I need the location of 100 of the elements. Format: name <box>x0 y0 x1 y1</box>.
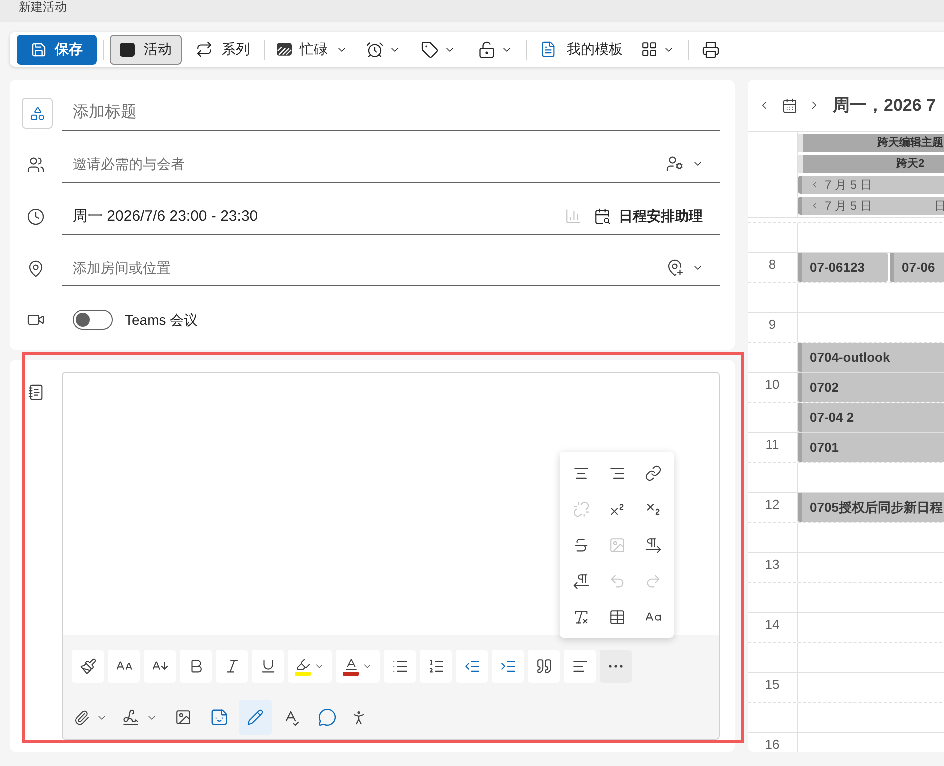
templates-button[interactable]: 我的模板 <box>534 34 629 64</box>
mode-tab[interactable]: 系列 <box>186 34 260 64</box>
all-day-event[interactable]: 7 月 5 日 日 <box>798 197 944 215</box>
calendar-event[interactable]: 0702 <box>798 373 944 402</box>
pin-plus-icon <box>666 259 684 277</box>
event-title: 日 <box>934 198 944 215</box>
letter-a-icon <box>344 657 358 672</box>
signature-icon <box>122 708 140 726</box>
all-day-event[interactable]: 7 月 5 日 <box>798 176 944 194</box>
numbered-list-icon <box>428 658 444 675</box>
show-as-dropdown[interactable]: 忙碌 <box>271 34 354 64</box>
font-color-button[interactable] <box>336 650 380 683</box>
quote-icon <box>536 658 552 675</box>
save-icon <box>31 42 47 58</box>
italic-button[interactable] <box>216 650 248 683</box>
pilcrow-left-icon <box>572 572 590 590</box>
attendee-options-button[interactable] <box>666 155 704 173</box>
image-icon <box>608 536 626 554</box>
pencil-icon <box>247 709 264 726</box>
event-date-label: 7 月 5 日 <box>825 177 872 194</box>
hour-label: 14 <box>765 617 780 634</box>
unlink-icon <box>572 500 590 518</box>
calendar-event[interactable]: 07-06 <box>890 253 944 282</box>
calendar-event[interactable]: 0704-outlook <box>798 343 944 372</box>
hour-label: 8 <box>768 257 776 274</box>
date-time-field[interactable]: 周一 2026/7/6 23:00 - 23:30 <box>73 204 565 228</box>
mode-tab[interactable]: 活动 <box>110 34 182 64</box>
calendar-date-title: 周一，2026 7 <box>833 94 936 117</box>
hour-label: 11 <box>766 437 780 454</box>
highlight-button[interactable] <box>288 650 332 683</box>
bullet-list-icon <box>392 658 408 675</box>
sticker-icon <box>210 708 228 727</box>
busy-status-icon <box>277 43 292 56</box>
location-field[interactable]: 添加房间或位置 <box>73 256 666 280</box>
format-painter-button[interactable] <box>72 650 104 683</box>
apps-grid-icon <box>641 41 658 58</box>
paperclip-icon <box>74 710 90 726</box>
location-options-button[interactable] <box>666 259 704 277</box>
editor-tool-button[interactable] <box>239 700 272 735</box>
font-size-button[interactable] <box>108 650 140 683</box>
save-button[interactable]: 保存 <box>17 34 97 64</box>
all-day-event[interactable]: 跨天编辑主题 <box>798 134 944 152</box>
calendar-event[interactable]: 07-04 2 <box>798 403 944 432</box>
all-day-event[interactable]: 跨天2 <box>798 155 944 173</box>
link-icon <box>644 464 662 482</box>
clear-formatting-icon <box>572 608 590 626</box>
pilcrow-right-icon <box>644 536 662 554</box>
icon-picker-button[interactable] <box>22 98 53 129</box>
speech-bubble-icon <box>318 708 336 727</box>
window-title: 新建活动 <box>19 0 67 14</box>
calendar-event[interactable]: 07-06123 <box>798 253 888 282</box>
table-icon <box>608 608 626 626</box>
outdent-icon <box>464 658 480 675</box>
more-icon <box>609 665 623 668</box>
align-left-icon <box>572 658 588 675</box>
open-lock-icon <box>478 40 496 58</box>
clock-icon <box>27 208 45 226</box>
calendar-search-icon <box>594 208 611 225</box>
numbering-button[interactable] <box>420 650 452 683</box>
teams-toggle[interactable] <box>73 310 113 330</box>
redo-icon <box>644 572 662 590</box>
bullets-button[interactable] <box>384 650 416 683</box>
repeat-icon <box>196 41 213 58</box>
alarm-clock-icon <box>366 40 384 58</box>
tag-icon <box>421 40 439 58</box>
highlighter-icon <box>296 657 310 672</box>
align-button[interactable] <box>564 650 596 683</box>
attendees-field[interactable]: 邀请必需的与会者 <box>73 152 666 176</box>
picture-icon <box>174 709 192 726</box>
quote-button[interactable] <box>528 650 560 683</box>
hour-label: 10 <box>765 377 780 394</box>
chart-icon <box>565 208 582 225</box>
underline-icon <box>260 658 276 675</box>
document-icon <box>540 41 557 58</box>
notes-icon <box>28 384 44 401</box>
people-icon <box>27 156 45 174</box>
paintbrush-icon <box>80 658 96 675</box>
hour-label: 12 <box>765 497 780 514</box>
shrink-font-button[interactable] <box>144 650 176 683</box>
indent-icon <box>500 658 516 675</box>
printer-icon <box>702 40 720 58</box>
hour-label: 13 <box>765 557 780 574</box>
hour-label: 9 <box>768 317 776 334</box>
strikethrough-icon <box>572 536 590 554</box>
bold-button[interactable] <box>180 650 212 683</box>
calendar-event[interactable]: 0705授权后同步新日程 <box>798 493 944 522</box>
hour-label: 15 <box>765 677 780 694</box>
scheduling-assistant-button[interactable]: 日程安排助理 <box>594 206 703 227</box>
hour-label: 16 <box>765 737 780 752</box>
increase-indent-button[interactable] <box>492 650 524 683</box>
event-date-label: 7 月 5 日 <box>825 198 872 215</box>
decrease-indent-button[interactable] <box>456 650 488 683</box>
undo-icon <box>608 572 626 590</box>
calendar-icon <box>782 98 798 114</box>
title-field[interactable]: 添加标题 <box>62 96 720 131</box>
person-gear-icon <box>666 155 684 173</box>
teams-label: Teams 会议 <box>125 310 198 330</box>
underline-button[interactable] <box>252 650 284 683</box>
calendar-event[interactable]: 0701 <box>798 433 944 462</box>
location-pin-icon <box>27 260 45 278</box>
